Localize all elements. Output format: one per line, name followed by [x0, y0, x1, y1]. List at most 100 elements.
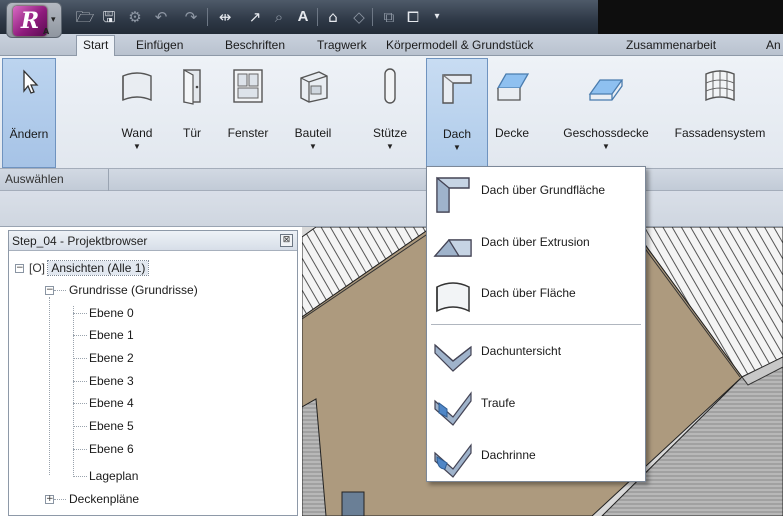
window-icon: [233, 69, 263, 103]
roof-face-icon: [436, 282, 470, 313]
roof-footprint-icon: [436, 176, 470, 213]
wall-icon: [122, 72, 152, 102]
roof-label: Dach: [442, 127, 471, 141]
tree-item-ceiling-plans[interactable]: Deckenpläne: [69, 488, 139, 510]
roof-button[interactable]: Dach ▼: [426, 58, 488, 168]
wall-button[interactable]: Wand ▼: [112, 58, 162, 168]
tree-connector: [54, 290, 66, 291]
floor-label: Geschossdecke: [563, 126, 649, 140]
project-browser-header: Step_04 - Projektbrowser ⊠: [9, 231, 297, 251]
options-bar: [0, 191, 783, 227]
tree-connector: [49, 297, 50, 475]
ceiling-label: Decke: [494, 126, 529, 140]
roof-extrusion-icon: [433, 238, 472, 257]
tab-tragwerk[interactable]: Tragwerk: [317, 36, 367, 56]
qat-separator: [372, 8, 373, 26]
tree-item-level[interactable]: Ebene 2: [89, 347, 134, 369]
curtain-system-label: Fassadensystem: [674, 126, 766, 140]
text-icon[interactable]: A: [292, 6, 314, 28]
cursor-arrow-icon: [23, 69, 39, 94]
tab-einfuegen[interactable]: Einfügen: [136, 36, 183, 56]
roof-by-face-item[interactable]: Dach über Fläche: [431, 273, 641, 317]
tab-more[interactable]: An: [766, 36, 781, 56]
floor-button[interactable]: Geschossdecke ▼: [546, 58, 666, 168]
chevron-down-icon: ▼: [309, 142, 317, 151]
collapse-icon[interactable]: −: [15, 264, 24, 273]
curtain-system-button[interactable]: Fassadensystem: [670, 58, 770, 168]
tree-item-level[interactable]: Ebene 0: [89, 302, 134, 324]
3d-view-icon[interactable]: ⌂: [322, 6, 344, 28]
floor-icon: [588, 79, 624, 101]
qat-separator: [317, 8, 318, 26]
save-icon[interactable]: 🖫: [98, 6, 120, 28]
tree-item-level[interactable]: Ebene 4: [89, 392, 134, 414]
select-panel-label[interactable]: Auswählen: [5, 172, 64, 186]
title-bar-background: [598, 0, 783, 34]
tab-zusammenarbeit[interactable]: Zusammenarbeit: [626, 36, 716, 56]
measure-icon[interactable]: ⇹: [214, 6, 236, 28]
door-button[interactable]: Tür: [172, 58, 212, 168]
collapse-icon[interactable]: −: [45, 286, 54, 295]
tree-connector: [73, 449, 87, 450]
fascia-item[interactable]: Traufe: [431, 383, 641, 427]
tab-koerpermodell[interactable]: Körpermodell & Grundstück: [386, 36, 533, 56]
chevron-down-icon: ▾: [51, 15, 56, 25]
chevron-down-icon: ▼: [602, 142, 610, 151]
gutter-label: Dachrinne: [481, 448, 536, 462]
roof-dropdown-menu: Dach über Grundfläche Dach über Extrusio…: [426, 166, 646, 482]
switch-windows-icon[interactable]: ⧠: [402, 6, 424, 28]
tab-start[interactable]: Start: [76, 35, 116, 57]
quick-access-toolbar: 🗁 🖫 ⚙ ↶ ↷ ⇹ ↗ ⌕ A ⌂ ◇ ⧉ ⧠ ▾: [0, 0, 783, 34]
roof-by-footprint-item[interactable]: Dach über Grundfläche: [431, 170, 641, 214]
redo-icon[interactable]: ↷: [180, 6, 202, 28]
logo-subscript: A: [43, 27, 50, 36]
tree-connector: [73, 476, 87, 477]
tree-connector: [73, 358, 87, 359]
tree-connector: [73, 335, 87, 336]
modify-button[interactable]: Ändern: [2, 58, 56, 168]
tab-beschriften[interactable]: Beschriften: [225, 36, 285, 56]
expand-icon[interactable]: +: [45, 495, 54, 504]
tree-item-floor-plans[interactable]: Grundrisse (Grundrisse): [69, 279, 198, 301]
section-icon[interactable]: ◇: [348, 6, 370, 28]
roof-by-extrusion-item[interactable]: Dach über Extrusion: [431, 222, 641, 266]
dimension-icon[interactable]: ↗: [244, 6, 266, 28]
ceiling-icon: [496, 73, 530, 101]
customize-qat-icon[interactable]: ▾: [426, 6, 448, 28]
component-button[interactable]: Bauteil ▼: [288, 58, 338, 168]
tree-item-views[interactable]: [O] Ansichten (Alle 1): [29, 257, 150, 279]
modify-label: Ändern: [9, 127, 49, 141]
sync-icon[interactable]: ⚙: [124, 6, 146, 28]
close-icon[interactable]: ⊠: [280, 234, 293, 247]
tree-connector: [73, 403, 87, 404]
ceiling-button[interactable]: Decke: [490, 58, 534, 168]
component-label: Bauteil: [294, 126, 332, 140]
undo-icon[interactable]: ↶: [150, 6, 172, 28]
tree-item-level[interactable]: Ebene 6: [89, 438, 134, 460]
roof-soffit-item[interactable]: Dachuntersicht: [431, 331, 641, 375]
views-icon: [O]: [29, 261, 46, 275]
tree-item-level[interactable]: Ebene 1: [89, 324, 134, 346]
window-button[interactable]: Fenster: [222, 58, 274, 168]
roof-soffit-label: Dachuntersicht: [481, 344, 562, 358]
tree-item-level[interactable]: Ebene 5: [89, 415, 134, 437]
revit-logo: R: [13, 6, 47, 36]
tree-connector: [54, 499, 66, 500]
tree-item-level[interactable]: Ebene 3: [89, 370, 134, 392]
tree-item-site-plan[interactable]: Lageplan: [89, 465, 138, 487]
gutter-item[interactable]: Dachrinne: [431, 435, 641, 479]
tree-connector: [73, 381, 87, 382]
application-menu-button[interactable]: R A ▾: [6, 2, 62, 38]
menu-separator: [431, 324, 641, 325]
fascia-icon: [434, 391, 472, 426]
ribbon-panel: Ändern Wand ▼ Tür Fenster Bauteil ▼ Stüt…: [0, 56, 783, 191]
door-icon: [183, 68, 201, 105]
tag-icon[interactable]: ⌕: [268, 6, 290, 28]
project-browser: Step_04 - Projektbrowser ⊠ − [O] Ansicht…: [8, 230, 298, 516]
tree-connector: [73, 426, 87, 427]
close-hidden-icon[interactable]: ⧉: [378, 6, 400, 28]
panel-separator: [108, 169, 109, 191]
column-button[interactable]: Stütze ▼: [366, 58, 414, 168]
roof-by-face-label: Dach über Fläche: [481, 286, 576, 300]
open-folder-icon[interactable]: 🗁: [74, 6, 96, 28]
